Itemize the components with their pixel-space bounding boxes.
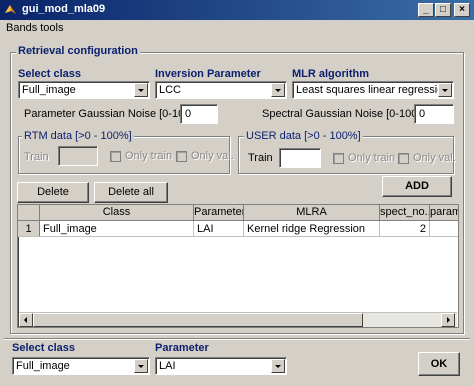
rtm-only-train-label: Only train — [125, 150, 173, 162]
rtm-data-title: RTM data [>0 - 100%] — [22, 130, 134, 142]
chevron-down-icon[interactable] — [271, 83, 285, 97]
results-table: Class Parameter MLRA spect_no... param_n… — [17, 204, 459, 328]
maximize-icon[interactable]: □ — [435, 3, 451, 17]
close-icon[interactable]: × — [454, 3, 470, 17]
bottom-select-class-label: Select class — [12, 342, 75, 354]
column-header-class[interactable]: Class — [40, 205, 194, 221]
table-corner — [18, 205, 40, 221]
chevron-down-icon[interactable] — [438, 83, 452, 97]
retrieval-config-title: Retrieval configuration — [16, 45, 140, 57]
minimize-icon[interactable]: _ — [418, 3, 434, 17]
chevron-down-icon[interactable] — [134, 359, 148, 373]
cell-spect-noise[interactable]: 2 — [380, 221, 430, 237]
user-only-train-label: Only train — [348, 152, 396, 164]
column-header-param-noise[interactable]: param_n... — [430, 205, 458, 221]
bottom-parameter-label: Parameter — [155, 342, 209, 354]
cell-class[interactable]: Full_image — [40, 221, 194, 237]
horizontal-scrollbar[interactable] — [19, 312, 457, 327]
spectral-noise-input[interactable]: 0 — [414, 104, 454, 124]
user-train-label: Train — [248, 152, 273, 164]
window-title: gui_mod_mla09 — [22, 3, 106, 15]
add-button[interactable]: ADD — [382, 176, 452, 197]
rtm-only-train-checkbox[interactable] — [110, 151, 121, 162]
cell-parameter[interactable]: LAI — [194, 221, 244, 237]
separator — [4, 338, 470, 340]
column-header-spect-noise[interactable]: spect_no... — [380, 205, 430, 221]
spectral-noise-label: Spectral Gaussian Noise [0-100%] — [262, 108, 431, 120]
menu-bar: Bands tools — [0, 20, 474, 38]
chevron-down-icon[interactable] — [271, 359, 285, 373]
rtm-train-label: Train — [24, 151, 49, 163]
user-only-val-label: Only val. — [413, 152, 456, 164]
chevron-down-icon[interactable] — [134, 83, 148, 97]
param-noise-label: Parameter Gaussian Noise [0-100%] — [24, 108, 204, 120]
delete-all-button[interactable]: Delete all — [94, 182, 168, 203]
param-noise-input[interactable]: 0 — [180, 104, 218, 124]
rtm-only-val-checkbox[interactable] — [176, 151, 187, 162]
rtm-train-input[interactable] — [58, 146, 98, 166]
menu-bands-tools[interactable]: Bands tools — [6, 22, 63, 34]
delete-selected-button[interactable]: Delete selected — [17, 182, 89, 216]
mlr-algorithm-dropdown[interactable]: Least squares linear regression — [292, 81, 454, 99]
cell-mlra[interactable]: Kernel ridge Regression — [244, 221, 380, 237]
ok-button[interactable]: OK — [418, 352, 460, 376]
user-data-title: USER data [>0 - 100%] — [244, 130, 363, 142]
row-index: 1 — [18, 221, 40, 237]
user-only-val-checkbox[interactable] — [398, 153, 409, 164]
scrollbar-thumb[interactable] — [33, 313, 363, 327]
inversion-parameter-label: Inversion Parameter — [155, 68, 261, 80]
title-bar: gui_mod_mla09 _ □ × — [0, 0, 474, 20]
scroll-right-icon[interactable] — [441, 313, 455, 327]
cell-param-noise[interactable] — [430, 221, 458, 237]
mlr-algorithm-label: MLR algorithm — [292, 68, 369, 80]
select-class-dropdown[interactable]: Full_image — [18, 81, 150, 99]
column-header-mlra[interactable]: MLRA — [244, 205, 380, 221]
matlab-logo-icon — [5, 5, 16, 14]
select-class-label: Select class — [18, 68, 81, 80]
scroll-left-icon[interactable] — [19, 313, 33, 327]
rtm-only-val-label: Only val. — [191, 150, 234, 162]
user-only-train-checkbox[interactable] — [333, 153, 344, 164]
bottom-parameter-dropdown[interactable]: LAI — [155, 357, 287, 375]
column-header-parameter[interactable]: Parameter — [194, 205, 244, 221]
bottom-select-class-dropdown[interactable]: Full_image — [12, 357, 150, 375]
user-train-input[interactable] — [279, 148, 321, 168]
inversion-parameter-dropdown[interactable]: LCC — [155, 81, 287, 99]
